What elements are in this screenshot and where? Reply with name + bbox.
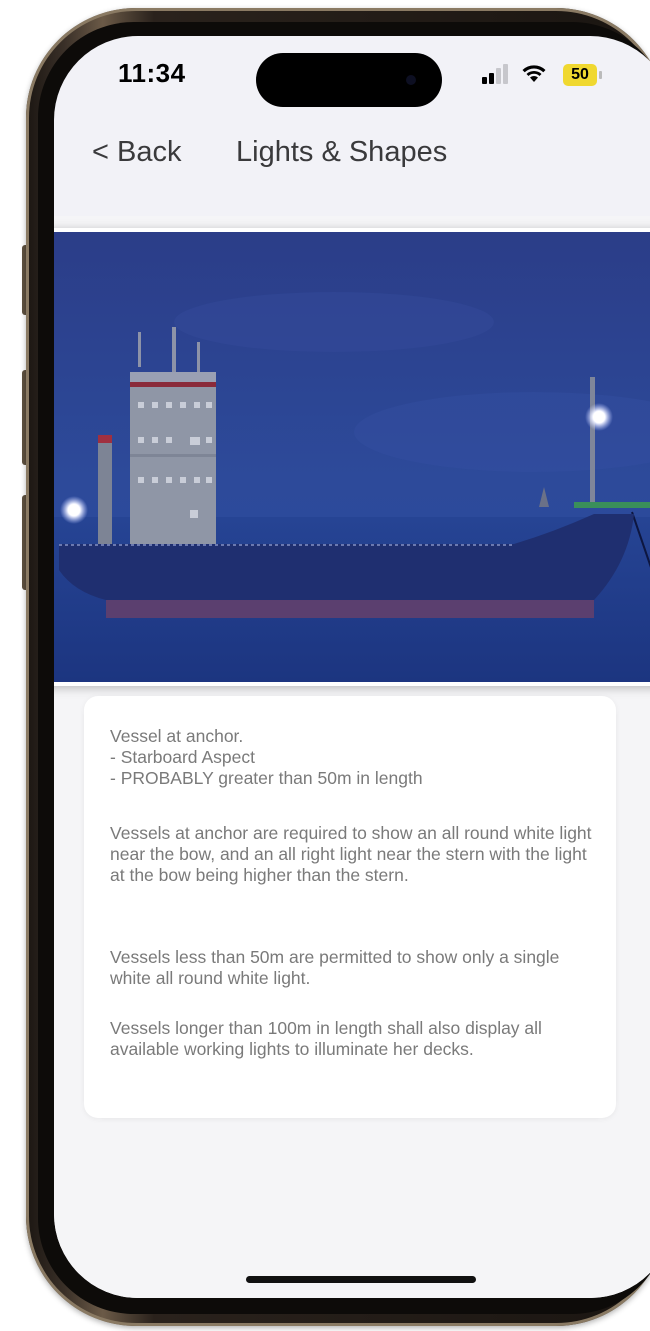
page-title: Lights & Shapes	[236, 136, 448, 168]
dynamic-island	[256, 53, 442, 107]
description-card: Vessel at anchor. - Starboard Aspect - P…	[84, 696, 616, 1118]
battery-tip	[599, 71, 602, 79]
home-indicator[interactable]	[246, 1276, 476, 1283]
status-time: 11:34	[118, 58, 186, 88]
battery-icon: 50	[563, 64, 597, 86]
vessel-illustration-card	[54, 228, 650, 686]
back-button[interactable]: < Back	[92, 136, 181, 169]
camera-icon	[406, 75, 416, 85]
vessel-summary: Vessel at anchor. - Starboard Aspect - P…	[110, 726, 423, 788]
vessel-illustration	[54, 232, 650, 682]
screen: 11:34 50 < Back Lights & Shapes Vessel a…	[54, 36, 650, 1298]
long-vessel-rule: Vessels longer than 100m in length shall…	[110, 1018, 542, 1059]
small-vessel-rule: Vessels less than 50m are permitted to s…	[110, 947, 560, 988]
signal-icon	[482, 62, 510, 84]
anchor-lights-rule: Vessels at anchor are required to show a…	[110, 823, 592, 885]
wifi-icon	[520, 62, 548, 91]
